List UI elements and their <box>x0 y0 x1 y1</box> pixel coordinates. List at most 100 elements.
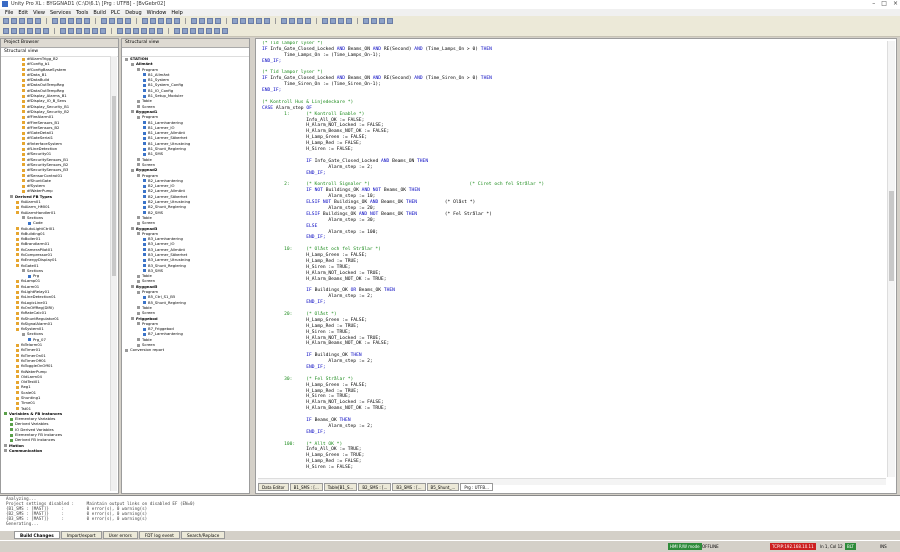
menu-debug[interactable]: Debug <box>125 10 141 16</box>
code-area[interactable]: (* Tid lampor lyser *) IF Info_Gate_Close… <box>262 41 884 479</box>
toolbar-button-icon[interactable] <box>27 18 33 24</box>
maximize-icon[interactable]: □ <box>881 1 887 7</box>
toolbar-button-icon[interactable] <box>68 18 74 24</box>
toolbar-button-icon[interactable] <box>346 18 352 24</box>
project-tree[interactable]: dfAlarmTrigg_B2 dfConfig_b1 dfConfigBaseSy… <box>1 56 110 491</box>
toolbar-button-icon[interactable] <box>76 18 82 24</box>
toolbar-button-icon[interactable] <box>43 28 49 34</box>
toolbar-button-icon[interactable] <box>174 28 180 34</box>
toolbar-button-icon[interactable] <box>60 18 66 24</box>
toolbar-button-icon[interactable] <box>256 18 262 24</box>
toolbar-button-icon[interactable] <box>117 18 123 24</box>
editor-tab[interactable]: B3_SMS : [... <box>392 483 426 491</box>
toolbar-button-icon[interactable] <box>52 18 58 24</box>
menu-services[interactable]: Services <box>50 10 71 16</box>
toolbar-button-icon[interactable] <box>60 28 66 34</box>
toolbar-button-icon[interactable] <box>206 28 212 34</box>
editor-tab[interactable]: B1_SMS : [... <box>289 483 323 491</box>
toolbar-button-icon[interactable] <box>35 28 41 34</box>
toolbar-button-icon[interactable] <box>92 28 98 34</box>
toolbar-button-icon[interactable] <box>149 28 155 34</box>
toolbar-button-icon[interactable] <box>199 18 205 24</box>
toolbar-button-icon[interactable] <box>3 18 9 24</box>
menu-view[interactable]: View <box>33 10 45 16</box>
toolbar-button-icon[interactable] <box>68 28 74 34</box>
output-tab[interactable]: Search/Replace <box>180 531 226 539</box>
toolbar-button-icon[interactable] <box>387 18 393 24</box>
toolbar-button-icon[interactable] <box>158 18 164 24</box>
toolbar-button-icon[interactable] <box>27 28 33 34</box>
close-icon[interactable]: × <box>893 1 898 7</box>
toolbar-button-icon[interactable] <box>133 28 139 34</box>
function-block-icon <box>16 258 19 262</box>
toolbar-button-icon[interactable] <box>125 28 131 34</box>
toolbar-button-icon[interactable] <box>35 18 41 24</box>
toolbar-button-icon[interactable] <box>289 18 295 24</box>
toolbar-button-icon[interactable] <box>338 18 344 24</box>
toolbar-button-icon[interactable] <box>109 18 115 24</box>
toolbar-button-icon[interactable] <box>191 18 197 24</box>
menu-window[interactable]: Window <box>147 10 167 16</box>
output-tab[interactable]: Import/export <box>60 531 102 539</box>
editor-tab[interactable]: Prg : UTFB... <box>460 483 493 491</box>
menu-tools[interactable]: Tools <box>76 10 88 16</box>
menu-file[interactable]: File <box>5 10 13 16</box>
toolbar-button-icon[interactable] <box>248 18 254 24</box>
toolbar-button-icon[interactable] <box>371 18 377 24</box>
toolbar-button-icon[interactable] <box>3 28 9 34</box>
st-code-editor[interactable]: (* Tid lampor lyser *) IF Info_Gate_Close… <box>255 38 897 494</box>
menu-plc[interactable]: PLC <box>111 10 120 16</box>
toolbar-button-icon[interactable] <box>322 18 328 24</box>
toolbar-button-icon[interactable] <box>150 18 156 24</box>
toolbar-button-icon[interactable] <box>215 18 221 24</box>
toolbar-button-icon[interactable] <box>117 28 123 34</box>
toolbar-button-icon[interactable] <box>198 28 204 34</box>
toolbar-button-icon[interactable] <box>84 18 90 24</box>
project-tree-scrollbar[interactable] <box>110 56 117 491</box>
toolbar-button-icon[interactable] <box>11 18 17 24</box>
toolbar-button-icon[interactable] <box>297 18 303 24</box>
menu-help[interactable]: Help <box>171 10 182 16</box>
toolbar-button-icon[interactable] <box>207 18 213 24</box>
toolbar-button-icon[interactable] <box>232 18 238 24</box>
toolbar-button-icon[interactable] <box>240 18 246 24</box>
editor-tab[interactable]: Table[B1_S... <box>323 483 358 491</box>
output-tab[interactable]: FDT log event <box>138 531 180 539</box>
menu-build[interactable]: Build <box>93 10 106 16</box>
toolbar-button-icon[interactable] <box>141 28 147 34</box>
toolbar-button-icon[interactable] <box>214 28 220 34</box>
toolbar-button-icon[interactable] <box>222 28 228 34</box>
minimize-icon[interactable]: – <box>872 1 875 7</box>
toolbar-button-icon[interactable] <box>264 18 270 24</box>
output-tab[interactable]: User errors <box>102 531 138 539</box>
toolbar-button-icon[interactable] <box>125 18 131 24</box>
toolbar-button-icon[interactable] <box>190 28 196 34</box>
project-tree-item[interactable]: Communication <box>1 448 110 453</box>
toolbar-button-icon[interactable] <box>101 18 107 24</box>
toolbar-button-icon[interactable] <box>305 18 311 24</box>
editor-vertical-scrollbar[interactable] <box>887 41 895 477</box>
toolbar-button-icon[interactable] <box>100 28 106 34</box>
toolbar-button-icon[interactable] <box>142 18 148 24</box>
editor-tab[interactable]: Data Editor <box>258 483 289 491</box>
menu-edit[interactable]: Edit <box>18 10 28 16</box>
toolbar-button-icon[interactable] <box>363 18 369 24</box>
editor-tab[interactable]: B2_SMS : [... <box>358 483 392 491</box>
toolbar-button-icon[interactable] <box>174 18 180 24</box>
toolbar-button-icon[interactable] <box>330 18 336 24</box>
toolbar-button-icon[interactable] <box>281 18 287 24</box>
toolbar-button-icon[interactable] <box>19 28 25 34</box>
structure-tree[interactable]: STATION Allmänt Program B1_Allmänt B1_System… <box>122 56 247 491</box>
toolbar-button-icon[interactable] <box>19 18 25 24</box>
output-tab[interactable]: Build Changes <box>14 531 60 539</box>
toolbar-button-icon[interactable] <box>84 28 90 34</box>
toolbar-button-icon[interactable] <box>379 18 385 24</box>
code-line[interactable]: H_Siren := FALSE; <box>262 465 884 471</box>
toolbar-button-icon[interactable] <box>76 28 82 34</box>
toolbar-button-icon[interactable] <box>182 28 188 34</box>
toolbar-button-icon[interactable] <box>166 18 172 24</box>
toolbar-button-icon[interactable] <box>157 28 163 34</box>
structure-tree-item[interactable]: Conversion report <box>122 347 247 352</box>
editor-tab[interactable]: B5_Shunt_... <box>426 483 460 491</box>
toolbar-button-icon[interactable] <box>11 28 17 34</box>
